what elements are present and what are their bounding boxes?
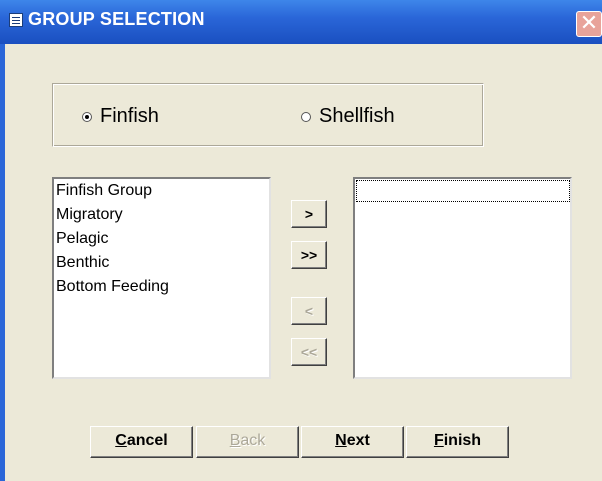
button-label: inish <box>443 432 482 449</box>
radio-finfish-label: Finfish <box>100 105 159 127</box>
selected-groups-list[interactable] <box>353 177 572 379</box>
list-item[interactable]: Benthic <box>54 251 269 275</box>
finish-button[interactable]: Finish <box>406 426 509 458</box>
window-title: GROUP SELECTION <box>28 9 205 29</box>
add-all-button[interactable]: >> <box>291 241 327 269</box>
list-item[interactable]: Bottom Feeding <box>54 275 269 299</box>
list-item[interactable]: Migratory <box>54 203 269 227</box>
back-button[interactable]: Back <box>196 426 299 458</box>
remove-one-button[interactable]: < <box>291 297 327 325</box>
radio-shellfish-label: Shellfish <box>319 105 395 127</box>
form-icon <box>9 13 23 27</box>
available-groups-list[interactable]: Finfish Group Migratory Pelagic Benthic … <box>52 177 271 379</box>
list-item-empty[interactable] <box>356 180 570 202</box>
access-key: N <box>335 432 347 449</box>
radio-finfish[interactable]: Finfish <box>82 105 159 128</box>
button-label: ext <box>346 432 370 449</box>
radio-shellfish[interactable]: Shellfish <box>301 105 395 128</box>
button-label: ack <box>240 432 266 449</box>
next-button[interactable]: Next <box>301 426 404 458</box>
remove-all-button[interactable]: << <box>291 338 327 366</box>
close-icon[interactable]: ✕ <box>576 11 602 37</box>
access-key: F <box>433 432 444 449</box>
cancel-button[interactable]: Cancel <box>90 426 193 458</box>
access-key: C <box>115 432 127 449</box>
radio-button-icon[interactable] <box>301 111 311 122</box>
group-selection-dialog: GROUP SELECTION ✕ Finfish Shellfish Finf… <box>0 0 602 481</box>
radio-button-icon[interactable] <box>82 111 92 122</box>
list-item[interactable]: Pelagic <box>54 227 269 251</box>
title-bar[interactable]: GROUP SELECTION ✕ <box>0 0 602 44</box>
access-key: B <box>229 432 241 449</box>
button-label: ancel <box>126 432 168 449</box>
add-one-button[interactable]: > <box>291 200 327 228</box>
list-item[interactable]: Finfish Group <box>54 179 269 203</box>
window-border <box>0 44 5 481</box>
